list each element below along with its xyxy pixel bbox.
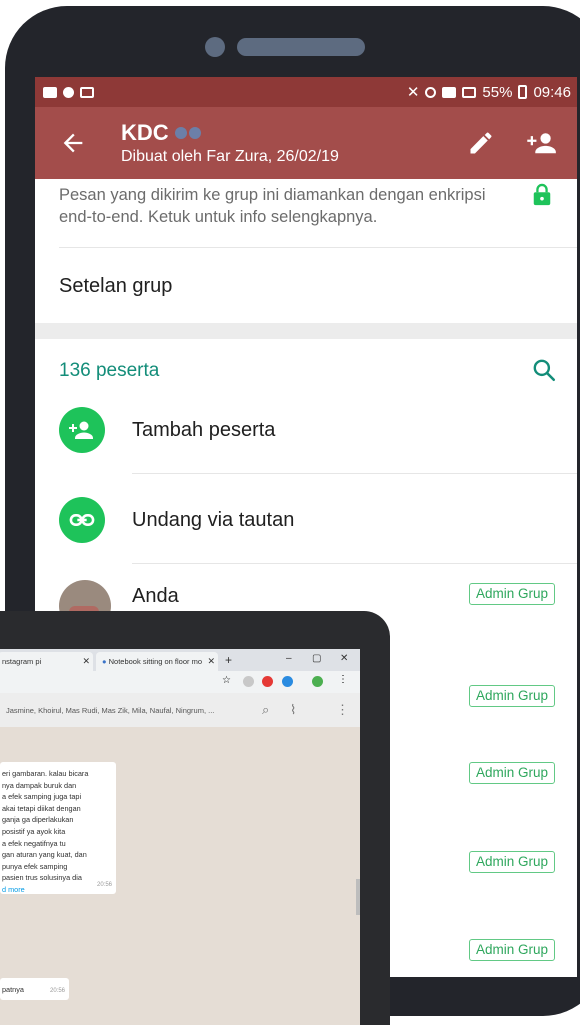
tab-label: Notebook sitting on floor mo xyxy=(108,657,203,666)
status-notifications xyxy=(43,86,94,98)
minimize-button[interactable]: – xyxy=(286,653,292,664)
browser-tab-strip: nstagram pi ✕ ● Notebook sitting on floo… xyxy=(0,649,360,671)
group-name: KDC xyxy=(121,120,169,145)
chat-notification-icon xyxy=(63,86,74,98)
extension-icon[interactable] xyxy=(243,676,254,687)
search-icon[interactable]: ⌕ xyxy=(262,702,269,718)
group-title: KDC xyxy=(121,120,339,146)
add-participant-label[interactable]: Tambah peserta xyxy=(132,419,275,442)
menu-dots-icon[interactable]: ⋮ xyxy=(338,674,349,685)
status-bar: ✕ 55% 09:46 xyxy=(35,77,577,107)
divider xyxy=(132,473,577,474)
screenshot-scene: ✕ 55% 09:46 KDC Dibuat oleh Far Zura, 26… xyxy=(0,0,580,1025)
message-text: patnya xyxy=(2,985,24,994)
group-title-block: KDC Dibuat oleh Far Zura, 26/02/19 xyxy=(121,120,339,166)
status-time: 09:46 xyxy=(533,83,571,101)
folder-notification-icon xyxy=(43,86,57,98)
browser-tab[interactable]: nstagram pi ✕ xyxy=(0,652,93,671)
add-person-icon xyxy=(69,421,93,439)
divider xyxy=(59,247,577,248)
group-emoji-icon xyxy=(174,127,201,139)
message-bubble[interactable]: patnya 20:56 xyxy=(0,978,69,1000)
attach-icon[interactable]: ⌇ xyxy=(290,702,296,718)
admin-badge: Admin Grup xyxy=(469,851,555,873)
back-arrow-icon[interactable] xyxy=(59,129,87,157)
close-tab-icon[interactable]: ✕ xyxy=(82,656,90,667)
close-window-button[interactable]: ✕ xyxy=(340,653,348,664)
invite-link-label[interactable]: Undang via tautan xyxy=(132,509,294,532)
chat-header: Jasmine, Khoirul, Mas Rudi, Mas Zik, Mil… xyxy=(0,693,360,727)
battery-level: 55% xyxy=(482,83,513,101)
menu-dots-icon[interactable]: ⋮ xyxy=(336,702,349,718)
message-bubble[interactable]: eri gambaran. kalau bicara nya dampak bu… xyxy=(0,762,116,894)
group-info-app-bar: KDC Dibuat oleh Far Zura, 26/02/19 xyxy=(35,107,577,179)
message-time: 20:56 xyxy=(49,988,65,995)
earpiece-speaker xyxy=(237,38,365,56)
admin-badge: Admin Grup xyxy=(469,939,555,961)
sim-icon xyxy=(442,86,457,98)
mute-icon: ✕ xyxy=(406,84,420,101)
favicon-icon: ● xyxy=(102,657,107,666)
tab-label: nstagram pi xyxy=(2,657,42,666)
group-settings-item[interactable]: Setelan grup xyxy=(59,275,172,298)
lock-icon xyxy=(533,183,551,206)
new-tab-button[interactable]: + xyxy=(225,653,232,667)
member-name[interactable]: Anda xyxy=(132,585,179,608)
link-icon xyxy=(69,514,95,526)
section-separator xyxy=(35,323,577,339)
front-camera xyxy=(205,37,225,57)
signal-icon xyxy=(462,86,477,98)
chat-members: Jasmine, Khoirul, Mas Rudi, Mas Zik, Mil… xyxy=(6,706,215,715)
close-tab-icon[interactable]: ✕ xyxy=(207,656,215,667)
browser-tab[interactable]: ● Notebook sitting on floor mo ✕ xyxy=(96,652,218,671)
maximize-button[interactable]: ▢ xyxy=(312,653,321,664)
invite-link-button[interactable] xyxy=(59,497,105,543)
group-created-by: Dibuat oleh Far Zura, 26/02/19 xyxy=(121,148,339,165)
opera-icon[interactable] xyxy=(262,676,273,687)
profile-icon[interactable] xyxy=(312,676,323,687)
message-time: 20:56 xyxy=(96,882,112,889)
admin-badge: Admin Grup xyxy=(469,762,555,784)
laptop-screen: nstagram pi ✕ ● Notebook sitting on floo… xyxy=(0,649,360,1025)
encryption-notice[interactable]: Pesan yang dikirim ke grup ini diamankan… xyxy=(59,184,509,228)
message-text: eri gambaran. kalau bicara nya dampak bu… xyxy=(2,768,116,896)
laptop-frame: nstagram pi ✕ ● Notebook sitting on floo… xyxy=(0,611,390,1025)
wifi-icon xyxy=(425,86,437,98)
translate-icon[interactable] xyxy=(282,676,293,687)
pencil-icon[interactable] xyxy=(467,129,495,157)
add-participant-button[interactable] xyxy=(59,407,105,453)
star-icon[interactable]: ☆ xyxy=(222,675,233,686)
browser-toolbar: ☆ ⋮ xyxy=(0,671,360,693)
search-icon[interactable] xyxy=(531,357,557,383)
status-system: ✕ 55% 09:46 xyxy=(406,83,571,102)
participant-count: 136 peserta xyxy=(59,360,160,381)
screenshot-notification-icon xyxy=(80,86,94,98)
divider xyxy=(132,563,577,564)
admin-badge: Admin Grup xyxy=(469,583,555,605)
add-participant-icon[interactable] xyxy=(525,129,557,157)
chat-scrollbar[interactable] xyxy=(356,879,360,915)
admin-badge: Admin Grup xyxy=(469,685,555,707)
battery-icon xyxy=(518,85,528,99)
